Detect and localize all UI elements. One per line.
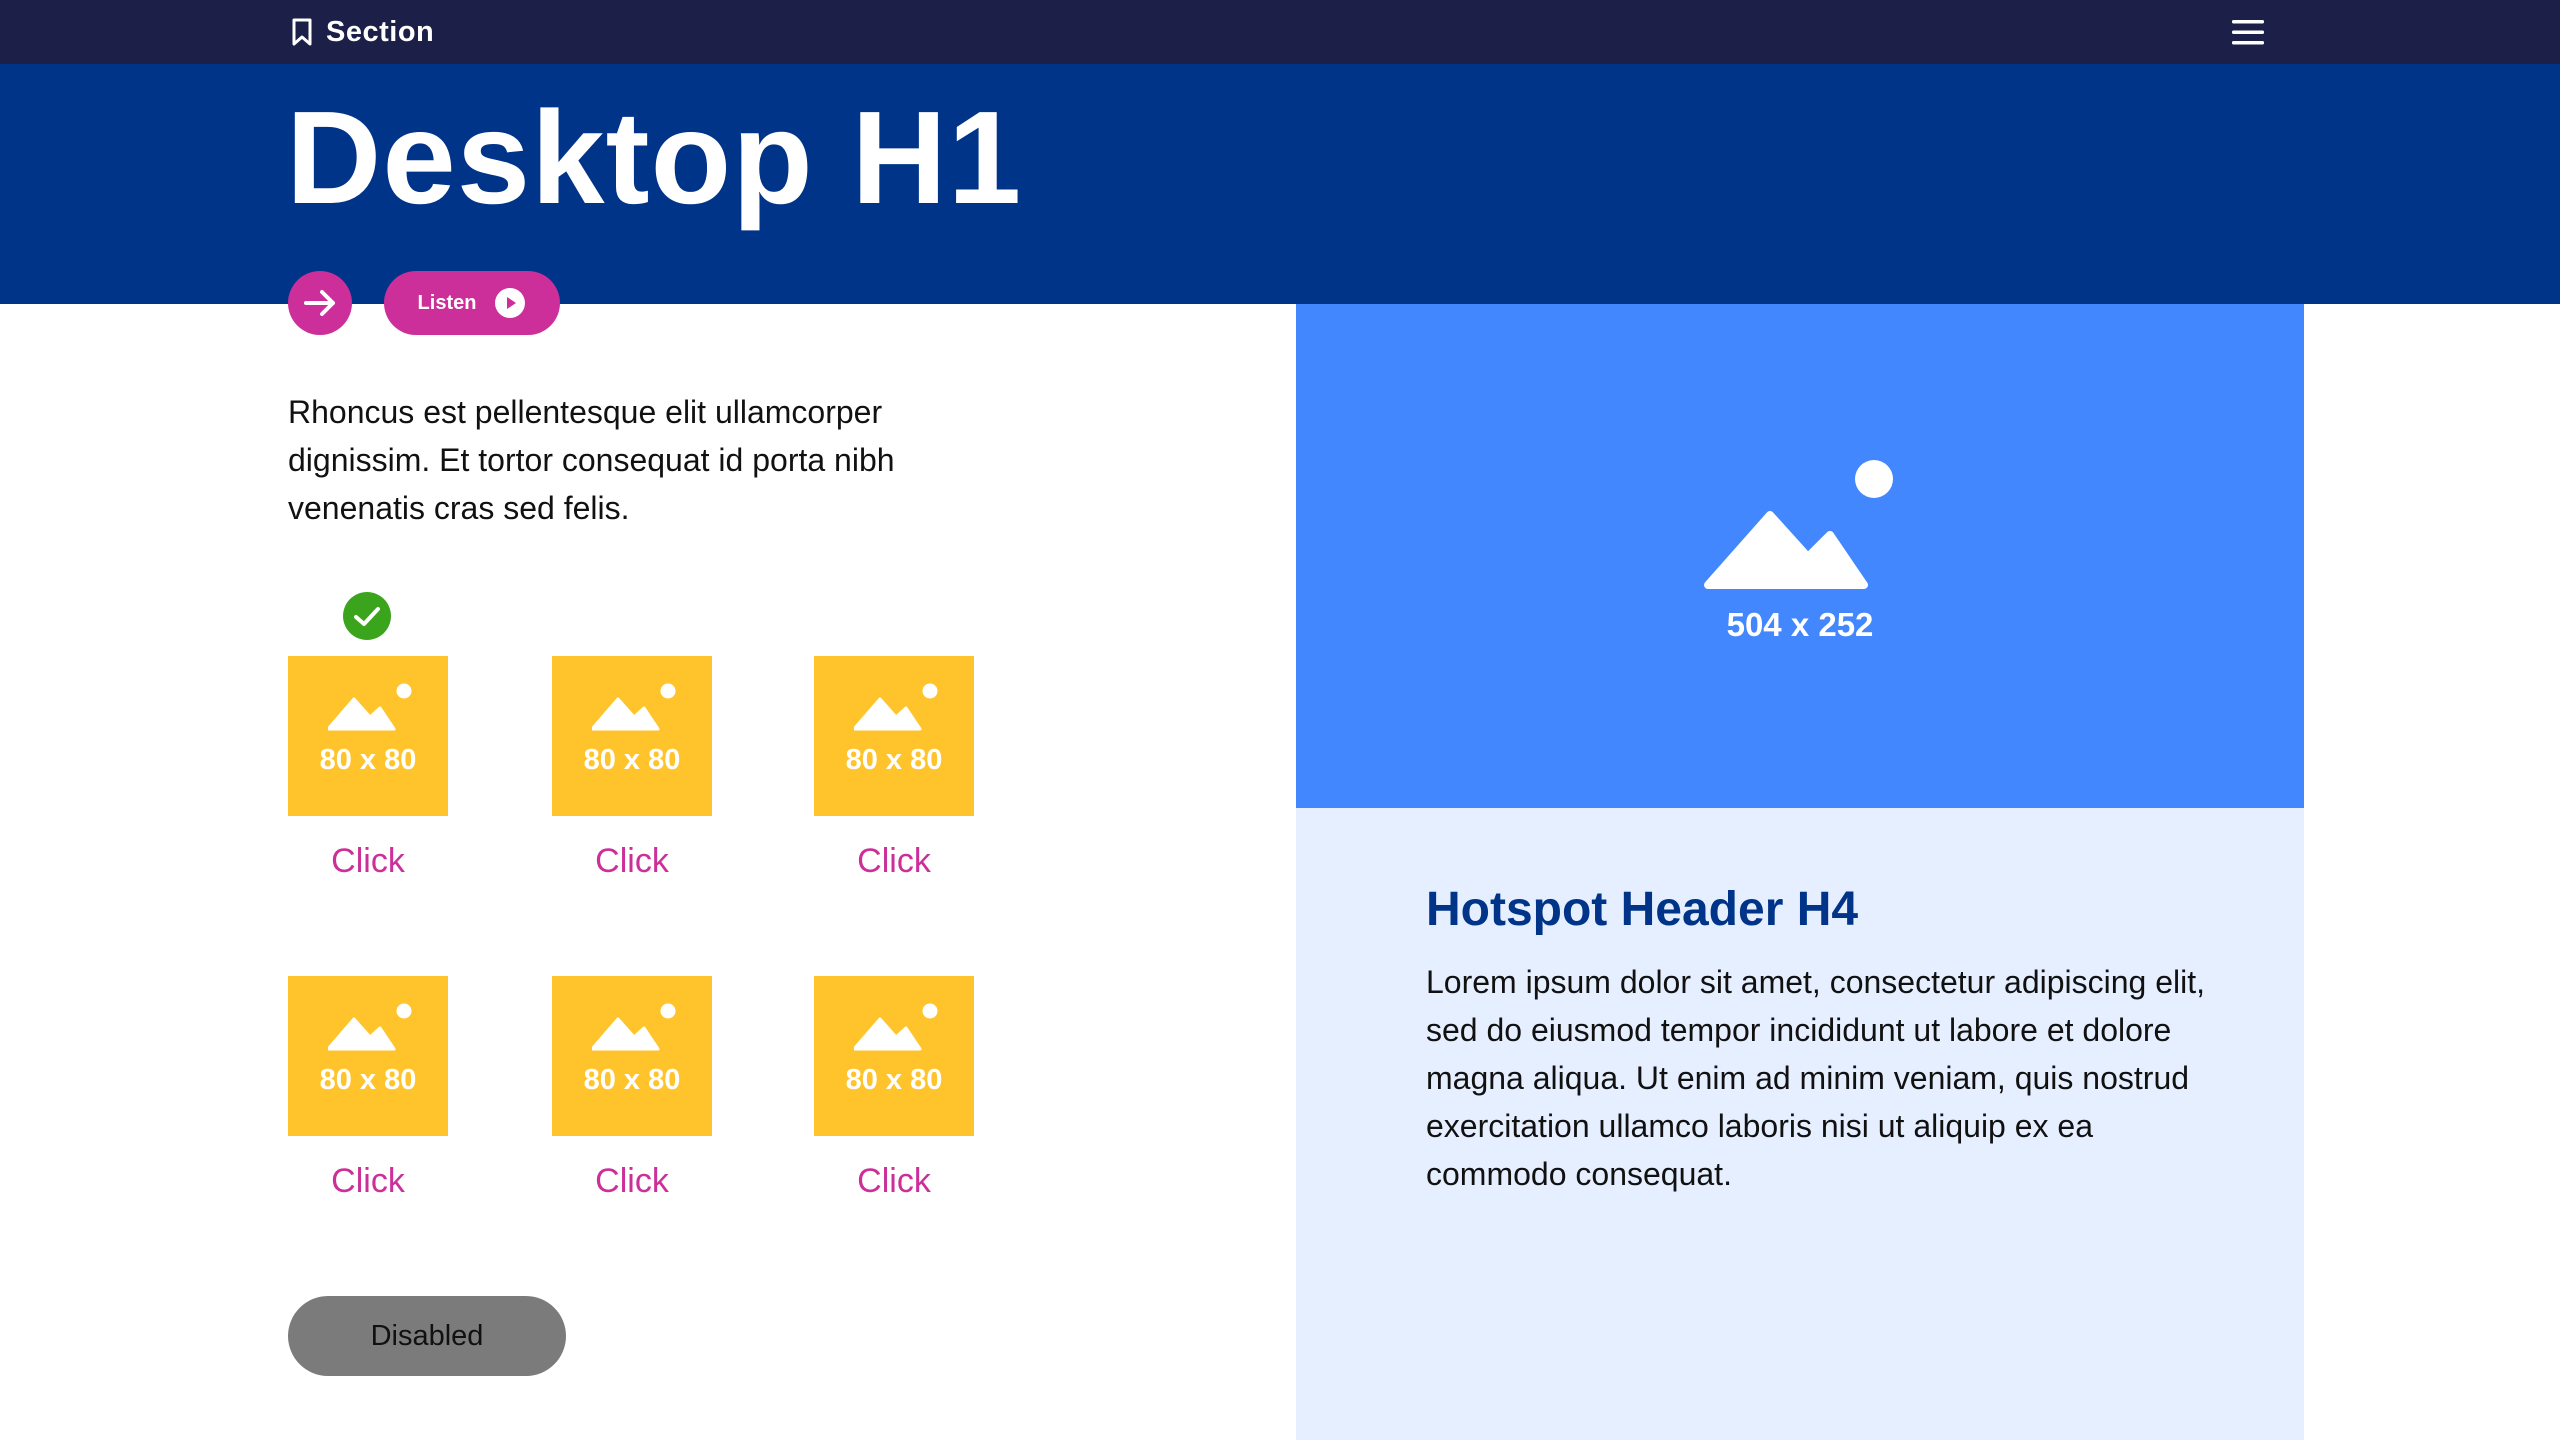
hotspot-thumbnail: 80 x 80 bbox=[288, 656, 448, 816]
thumbnail-size-label: 80 x 80 bbox=[583, 1064, 681, 1096]
click-label[interactable]: Click bbox=[814, 842, 974, 881]
media-placeholder: 504 x 252 bbox=[1296, 304, 2304, 808]
listen-label: Listen bbox=[417, 291, 477, 314]
hamburger-menu-icon[interactable] bbox=[2230, 14, 2266, 50]
hotspot-body-text: Lorem ipsum dolor sit amet, consectetur … bbox=[1426, 964, 2206, 1192]
hotspot-item[interactable]: 80 x 80 Click bbox=[288, 656, 448, 881]
image-placeholder-icon bbox=[1702, 459, 1898, 591]
hotspot-thumbnail: 80 x 80 bbox=[814, 976, 974, 1136]
hotspot-item[interactable]: 80 x 80 Click bbox=[814, 976, 974, 1201]
hotspot-thumbnail: 80 x 80 bbox=[288, 976, 448, 1136]
hotspot-item[interactable]: 80 x 80 Click bbox=[288, 976, 448, 1201]
media-size-label: 504 x 252 bbox=[1726, 606, 1874, 643]
top-bar: Section bbox=[0, 0, 2560, 64]
thumbnail-size-label: 80 x 80 bbox=[845, 1064, 943, 1096]
image-placeholder-icon bbox=[592, 1003, 676, 1051]
listen-button[interactable]: Listen bbox=[384, 271, 560, 335]
arrow-right-icon bbox=[300, 283, 340, 323]
hotspot-header: Hotspot Header H4 bbox=[1426, 883, 1859, 936]
click-label[interactable]: Click bbox=[288, 1162, 448, 1201]
bookmark-icon bbox=[288, 17, 316, 47]
click-label[interactable]: Click bbox=[552, 842, 712, 881]
disabled-button: Disabled bbox=[288, 1296, 566, 1376]
hotspot-item[interactable]: 80 x 80 Click bbox=[814, 656, 974, 881]
image-placeholder-icon bbox=[592, 683, 676, 731]
hotspot-thumbnail: 80 x 80 bbox=[552, 656, 712, 816]
hotspot-thumbnail: 80 x 80 bbox=[552, 976, 712, 1136]
page-title: Desktop H1 bbox=[286, 84, 1023, 231]
section-tag[interactable]: Section bbox=[288, 14, 434, 50]
check-circle-icon bbox=[343, 592, 391, 640]
section-label: Section bbox=[326, 15, 435, 48]
intro-text: Rhoncus est pellentesque elit ullamcorpe… bbox=[288, 394, 895, 526]
thumbnail-size-label: 80 x 80 bbox=[319, 1064, 417, 1096]
image-placeholder-icon bbox=[328, 683, 412, 731]
image-placeholder-icon bbox=[854, 1003, 938, 1051]
thumbnail-size-label: 80 x 80 bbox=[319, 744, 417, 776]
hotspot-info-panel: Hotspot Header H4 Lorem ipsum dolor sit … bbox=[1296, 808, 2304, 1440]
image-placeholder-icon bbox=[328, 1003, 412, 1051]
click-label[interactable]: Click bbox=[288, 842, 448, 881]
thumbnail-size-label: 80 x 80 bbox=[845, 744, 943, 776]
hotspot-item[interactable]: 80 x 80 Click bbox=[552, 656, 712, 881]
play-icon bbox=[494, 287, 526, 319]
next-button[interactable] bbox=[288, 271, 352, 335]
hotspot-thumbnail: 80 x 80 bbox=[814, 656, 974, 816]
click-label[interactable]: Click bbox=[814, 1162, 974, 1201]
thumbnail-size-label: 80 x 80 bbox=[583, 744, 681, 776]
hero-banner: Desktop H1 bbox=[0, 64, 2560, 304]
hotspot-item[interactable]: 80 x 80 Click bbox=[552, 976, 712, 1201]
click-label[interactable]: Click bbox=[552, 1162, 712, 1201]
image-placeholder-icon bbox=[854, 683, 938, 731]
